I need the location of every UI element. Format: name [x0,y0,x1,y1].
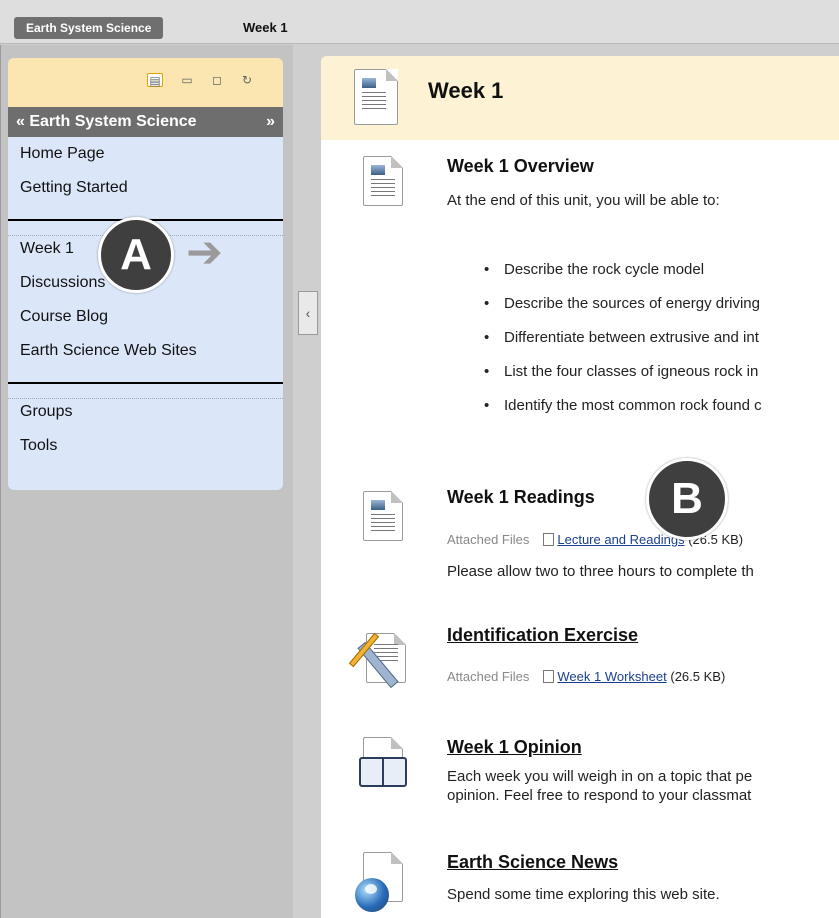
item-title-link[interactable]: Identification Exercise [447,625,638,646]
book-icon [359,757,407,787]
menu-divider [8,382,283,384]
menu-item-earth-science-web-sites[interactable]: Earth Science Web Sites [8,334,283,368]
breadcrumb-current-page: Week 1 [243,20,288,35]
list-item: Describe the sources of energy driving [484,287,762,321]
collapse-up-icon: « [16,113,25,130]
document-icon [363,491,403,541]
content-area: Week 1 Week 1 Overview At the end of thi… [321,56,839,918]
globe-icon [355,878,389,912]
item-description: Spend some time exploring this web site. [447,886,720,903]
file-icon [543,533,555,546]
list-item: List the four classes of igneous rock in [484,355,762,389]
file-icon [543,670,555,683]
menu-item-getting-started[interactable]: Getting Started [8,171,283,205]
breadcrumb: Earth System Science Week 1 [0,0,839,44]
list-view-icon[interactable]: ▤ [147,73,163,88]
arrow-right-icon: ➔ [186,228,223,277]
page-title: Week 1 [428,78,504,103]
list-item: Describe the rock cycle model [484,253,762,287]
window-icon[interactable]: ◻ [209,73,225,87]
folder-view-icon[interactable]: ▭ [179,73,195,87]
course-menu-title-text: Earth System Science [29,113,197,130]
chevron-left-icon: ‹ [305,305,311,321]
attached-files-label: Attached Files [447,532,530,547]
callout-b: B [646,458,728,540]
menu-item-course-blog[interactable]: Course Blog [8,300,283,334]
attached-files-label: Attached Files [447,669,530,684]
attached-files: Attached Files Week 1 Worksheet (26.5 KB) [447,669,725,684]
refresh-icon[interactable]: ↻ [239,73,255,87]
document-icon [363,156,403,206]
course-menu-title[interactable]: « Earth System Science » [8,107,283,137]
callout-a: A [98,217,174,293]
list-item: Identify the most common rock found c [484,389,762,423]
objectives-list: Describe the rock cycle model Describe t… [484,253,762,423]
expand-menu-icon[interactable]: » [266,107,275,137]
menu-item-groups[interactable]: Groups [8,395,283,429]
item-title-link[interactable]: Week 1 Opinion [447,737,582,758]
file-size: (26.5 KB) [670,669,726,684]
menu-item-home-page[interactable]: Home Page [8,137,283,171]
item-description: opinion. Feel free to respond to your cl… [447,787,752,804]
item-title: Week 1 Overview [447,156,594,176]
document-icon [354,69,398,125]
item-description: Each week you will weigh in on a topic t… [447,768,753,785]
item-description: At the end of this unit, you will be abl… [447,192,720,209]
menu-item-tools[interactable]: Tools [8,429,283,463]
list-item: Differentiate between extrusive and int [484,321,762,355]
course-menu-toolbar: ▤ ▭ ◻ ↻ [8,58,283,107]
item-description: Please allow two to three hours to compl… [447,563,754,580]
breadcrumb-course-link[interactable]: Earth System Science [14,17,164,39]
item-title-link[interactable]: Earth Science News [447,852,618,873]
file-link-lecture-and-readings[interactable]: Lecture and Readings [543,532,685,547]
content-title-bar: Week 1 [321,56,839,140]
file-link-text: Week 1 Worksheet [557,669,667,684]
file-link-week-1-worksheet[interactable]: Week 1 Worksheet [543,669,667,684]
collapse-menu-button[interactable]: ‹ [298,291,318,335]
item-title: Week 1 Readings [447,487,595,507]
